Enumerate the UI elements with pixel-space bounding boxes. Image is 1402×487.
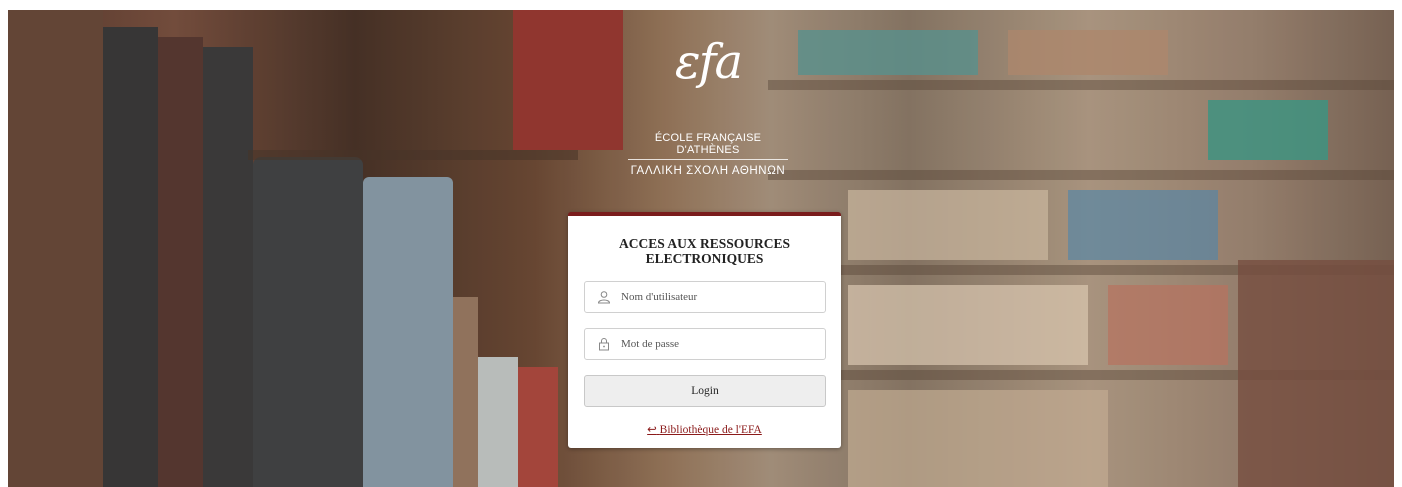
efa-logo: εfa ÉCOLE FRANÇAISE D'ATHÈNES ΓΑΛΛΙΚΗ ΣΧ…	[628, 36, 788, 177]
logo-mark: εfa	[674, 34, 743, 90]
login-title-line1: ACCES AUX RESSOURCES	[618, 236, 791, 251]
logo-greek-name: ΓΑΛΛΙΚΗ ΣΧΟΛΗ ΑΘΗΝΩΝ	[630, 165, 786, 177]
logo-french-name: ÉCOLE FRANÇAISE D'ATHÈNES	[628, 132, 788, 160]
login-title: ACCES AUX RESSOURCES ELECTRONIQUES	[568, 236, 841, 266]
username-field[interactable]	[584, 281, 826, 313]
user-icon	[597, 290, 611, 304]
login-button[interactable]: Login	[584, 375, 826, 407]
login-card: ACCES AUX RESSOURCES ELECTRONIQUES Login…	[568, 212, 841, 448]
return-arrow-icon: ↩	[647, 424, 657, 436]
password-field[interactable]	[584, 328, 826, 360]
lock-icon	[597, 337, 611, 351]
library-link[interactable]: ↩ Bibliothèque de l'EFA	[568, 422, 841, 436]
login-title-line2: ELECTRONIQUES	[645, 251, 764, 266]
password-input[interactable]	[621, 329, 821, 359]
username-input[interactable]	[621, 282, 821, 312]
library-link-label: Bibliothèque de l'EFA	[659, 424, 762, 436]
